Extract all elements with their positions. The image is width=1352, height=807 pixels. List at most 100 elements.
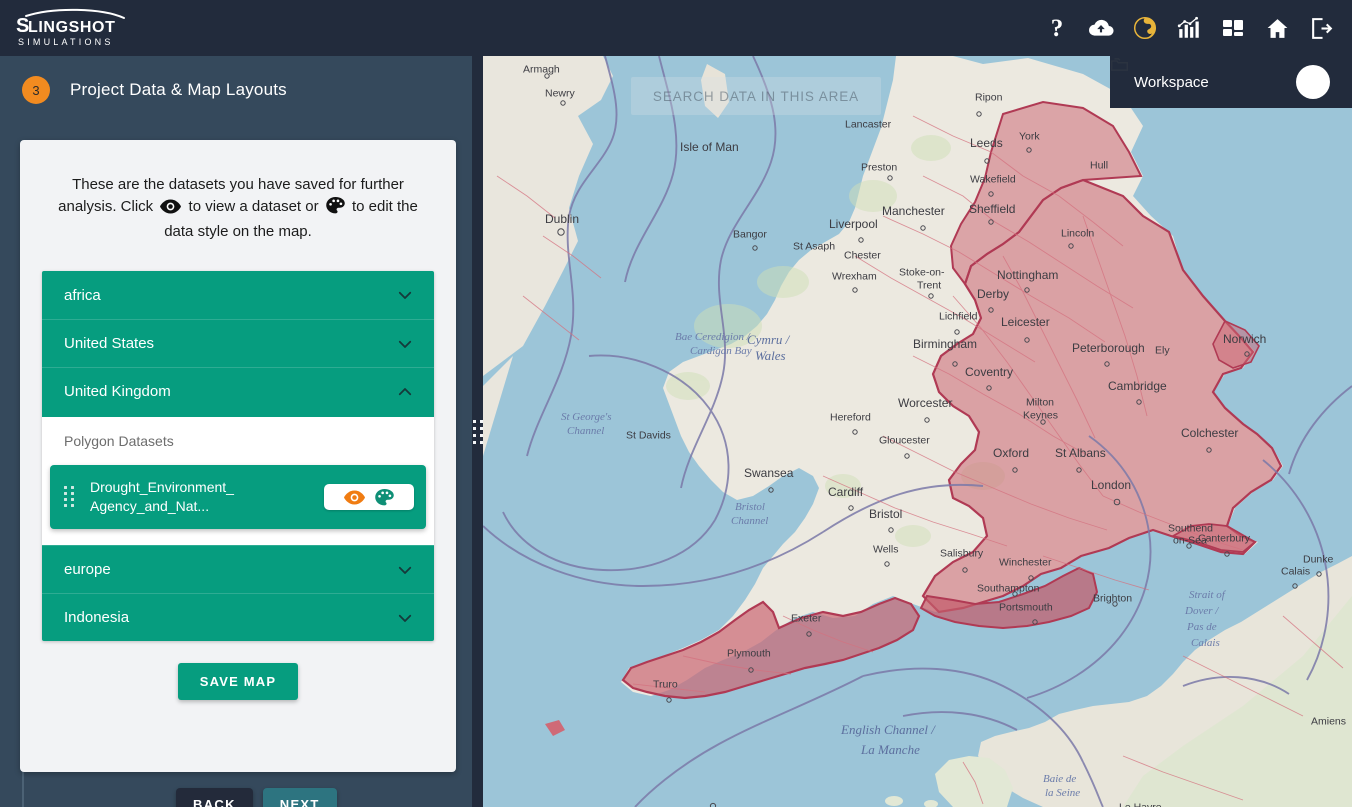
svg-text:Keynes: Keynes [1023,409,1058,421]
chevron-down-icon [396,609,414,627]
polygon-datasets-label: Polygon Datasets [64,433,174,449]
svg-text:Canterbury: Canterbury [1198,532,1251,544]
svg-text:Worcester: Worcester [898,396,952,410]
chevron-down-icon [396,561,414,579]
palette-icon[interactable] [375,488,394,506]
svg-text:Sheffield: Sheffield [969,202,1015,216]
svg-text:Preston: Preston [861,161,897,173]
dataset-card-drought[interactable]: Drought_Environment_ Agency_and_Nat... [50,465,426,529]
svg-text:Ripon: Ripon [975,91,1003,103]
accordion-header-united-states[interactable]: United States [42,319,434,367]
instructions-line-2b: to view a dataset or [188,198,319,215]
svg-text:Oxford: Oxford [993,446,1029,460]
globe-icon[interactable] [1132,15,1158,41]
drag-handle-icon [472,419,483,444]
svg-text:Calais: Calais [1191,637,1220,649]
step-header: 3 Project Data & Map Layouts [0,66,477,114]
datasets-accordion: africa United States United Kingdom Poly… [42,271,434,641]
svg-text:Swansea: Swansea [744,466,794,480]
svg-text:St Davids: St Davids [626,429,671,441]
svg-text:Ely: Ely [1155,344,1170,356]
svg-text:Derby: Derby [977,287,1009,301]
svg-text:Gloucester: Gloucester [879,434,930,446]
svg-text:Dunke: Dunke [1303,553,1334,565]
svg-text:Le Havre: Le Havre [1119,801,1162,807]
map-canvas[interactable]: Armagh Newry Dublin Isle of Man Ripon La… [483,56,1352,807]
folders-icon[interactable] [1110,58,1330,99]
svg-text:Norwich: Norwich [1223,332,1266,346]
accordion-header-indonesia[interactable]: Indonesia [42,593,434,641]
svg-text:Coventry: Coventry [965,365,1013,379]
svg-text:Pas de: Pas de [1186,621,1217,633]
svg-text:Wells: Wells [873,543,898,555]
svg-text:Bristol: Bristol [735,501,765,513]
svg-text:Calais: Calais [1281,565,1310,577]
chevron-down-icon [396,286,414,304]
dataset-actions [324,484,414,510]
svg-text:Cardiff: Cardiff [828,485,864,499]
svg-text:St Asaph: St Asaph [793,240,835,252]
panel-resize-handle[interactable] [472,56,483,807]
dataset-name: Drought_Environment_ Agency_and_Nat... [90,479,234,514]
save-map-button[interactable]: SAVE MAP [177,663,299,700]
svg-text:London: London [1091,478,1131,492]
save-map-row: SAVE MAP [20,663,456,700]
workspace-bar: Workspace [1110,56,1352,108]
accordion-body-united-kingdom: Polygon Datasets Drought_Environment_ Ag… [42,415,434,545]
svg-text:Bae Ceredigion /: Bae Ceredigion / [675,331,751,343]
instructions-line-2c: to edit the [351,198,418,215]
help-icon[interactable]: ? [1044,15,1070,41]
next-button[interactable]: NEXT [262,788,337,807]
svg-text:Colchester: Colchester [1181,426,1238,440]
accordion-header-united-kingdom[interactable]: United Kingdom [42,367,434,415]
svg-text:Cardigan Bay: Cardigan Bay [690,345,752,357]
brand-logo[interactable]: S LINGSHOT SIMULATIONS [14,7,134,49]
eye-icon [160,199,182,221]
svg-text:Peterborough: Peterborough [1072,341,1145,355]
back-button[interactable]: BACK [176,788,253,807]
top-bar: S LINGSHOT SIMULATIONS ? [0,0,1352,56]
svg-text:Baie de: Baie de [1043,773,1076,785]
svg-text:Armagh: Armagh [523,63,560,75]
logout-icon[interactable] [1308,15,1334,41]
svg-text:Brighton: Brighton [1093,592,1132,604]
accordion-item-europe: europe [42,545,434,593]
svg-text:St George's: St George's [561,411,612,423]
drag-handle-icon[interactable] [64,486,74,508]
svg-text:Bristol: Bristol [869,507,902,521]
chevron-up-icon [396,383,414,401]
svg-text:Dover /: Dover / [1184,605,1219,617]
dashboard-grid-icon[interactable] [1220,15,1246,41]
left-panel: 3 Project Data & Map Layouts These are t… [0,56,477,807]
instructions-line-1: These are the datasets you have saved fo… [72,176,404,193]
accordion-header-europe[interactable]: europe [42,545,434,593]
svg-text:Plymouth: Plymouth [727,647,771,659]
instructions-line-3: data style on the map. [164,223,312,240]
eye-icon[interactable] [344,490,365,505]
svg-text:Chester: Chester [844,249,881,261]
home-icon[interactable] [1264,15,1290,41]
svg-text:LINGSHOT: LINGSHOT [28,19,115,36]
accordion-label-europe: europe [64,561,111,578]
svg-text:Manchester: Manchester [882,204,945,218]
accordion-header-africa[interactable]: africa [42,271,434,319]
svg-text:Lincoln: Lincoln [1061,227,1094,239]
svg-text:Dublin: Dublin [545,212,579,226]
svg-text:La Manche: La Manche [860,742,920,757]
svg-text:Bangor: Bangor [733,228,767,240]
svg-text:Cymru /: Cymru / [747,332,791,347]
accordion-label-africa: africa [64,286,101,304]
svg-text:English Channel /: English Channel / [840,722,936,737]
chart-icon[interactable] [1176,15,1202,41]
cloud-upload-icon[interactable] [1088,15,1114,41]
svg-text:Milton: Milton [1026,396,1054,408]
search-data-in-this-area-button[interactable]: SEARCH DATA IN THIS AREA [631,77,881,115]
accordion-label-united-kingdom: United Kingdom [64,383,171,400]
svg-text:Exeter: Exeter [791,612,822,624]
chevron-down-icon [396,335,414,353]
svg-text:Southampton: Southampton [977,582,1040,594]
svg-text:Winchester: Winchester [999,556,1052,568]
svg-text:Cambridge: Cambridge [1108,379,1167,393]
accordion-label-united-states: United States [64,335,155,352]
svg-text:Liverpool: Liverpool [829,217,878,231]
